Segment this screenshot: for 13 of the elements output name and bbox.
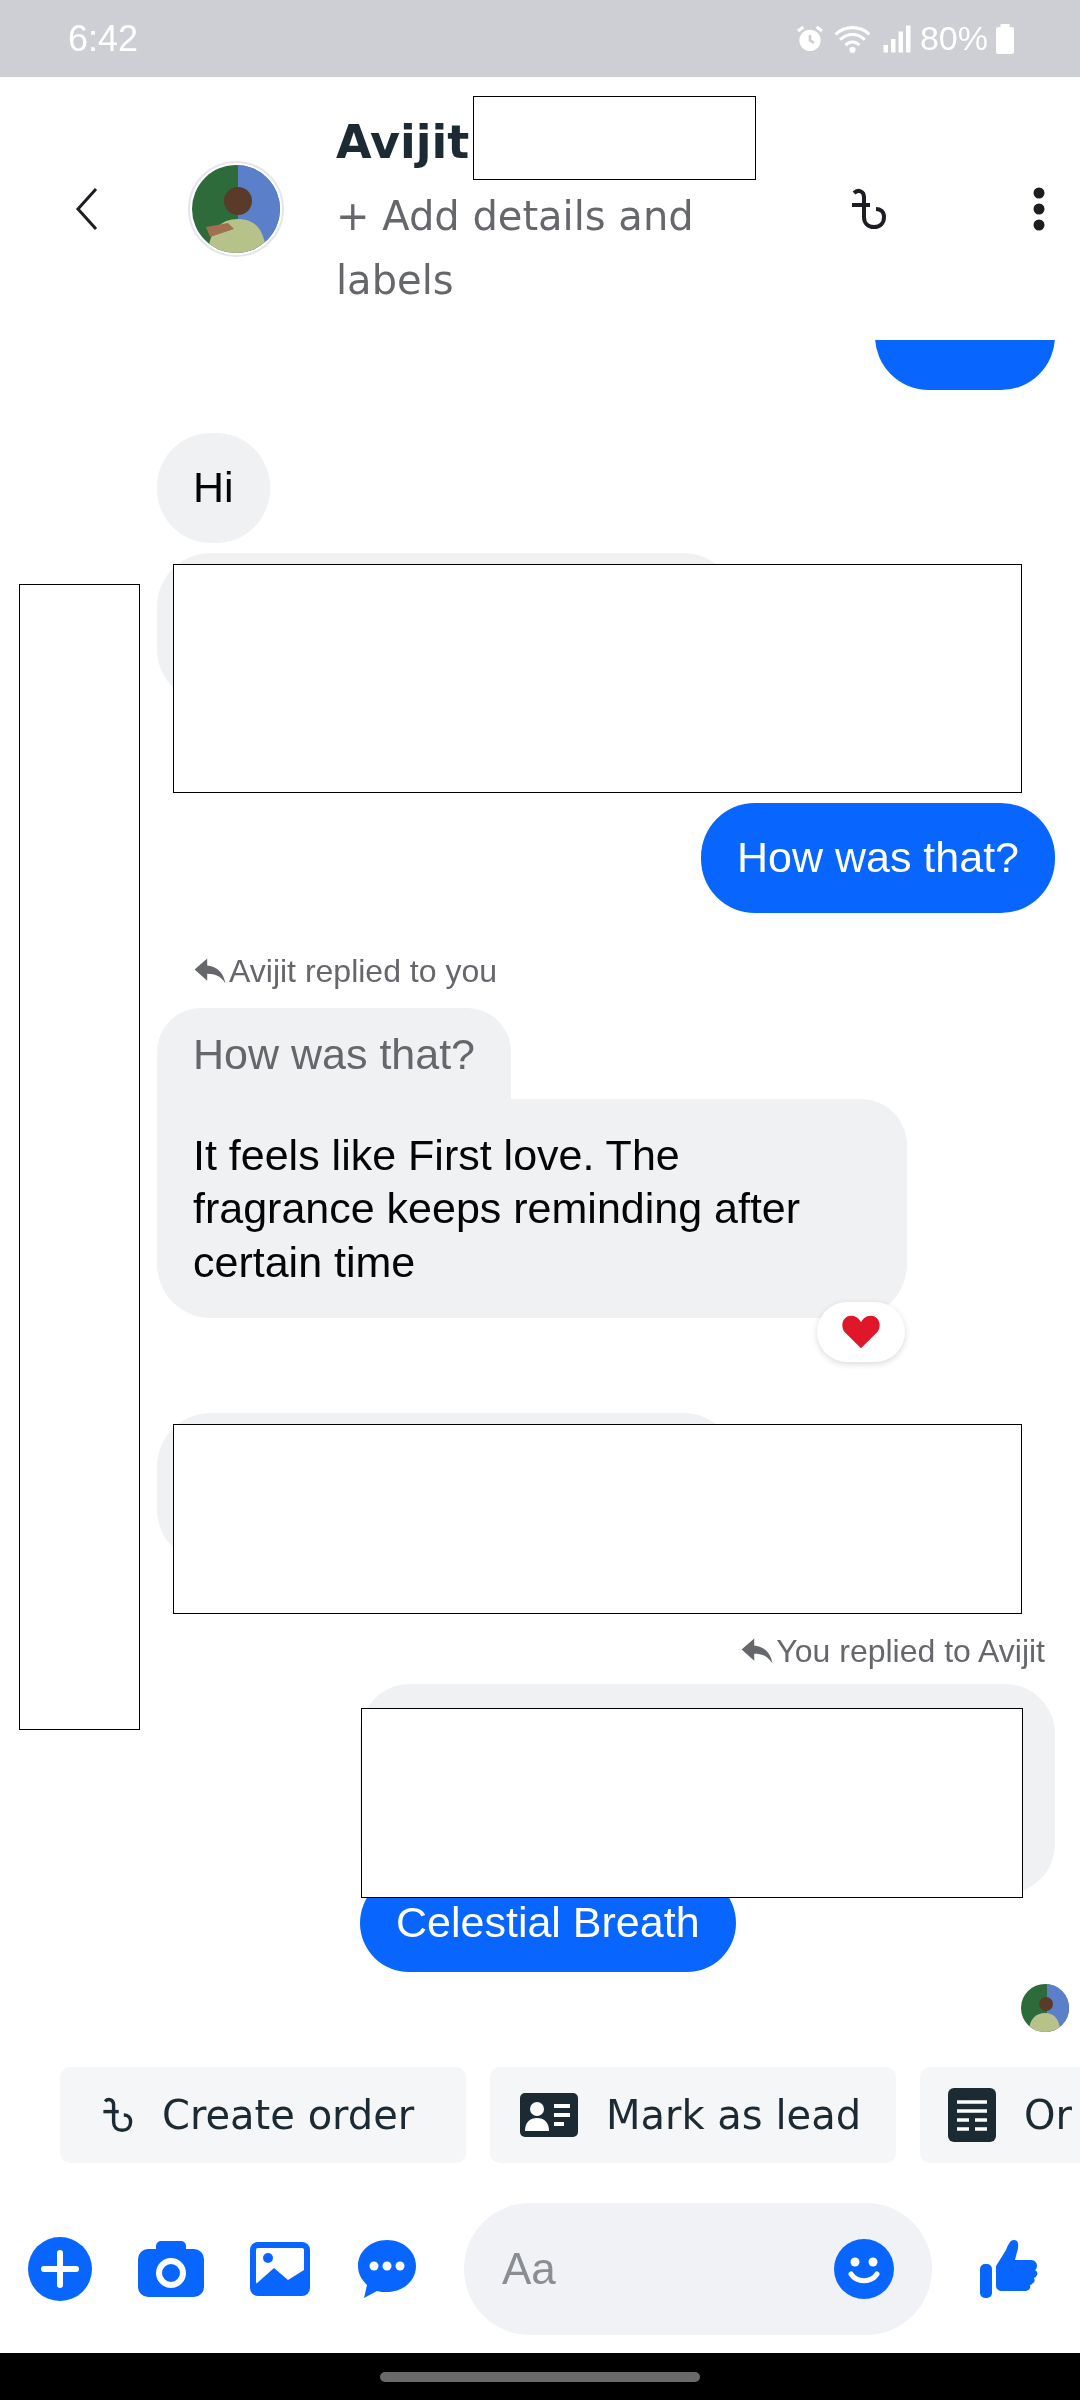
quoted-message: How was that? [157,1007,512,1099]
message-bubble: It feels like First love. The fragrance keeps reminding after certain time [157,1098,907,1318]
message-input[interactable]: Aa [500,2243,834,2295]
message-bubble: How was that? [700,802,1055,913]
reply-label: Avijit replied to you [229,952,497,990]
quick-action-chip[interactable]: Or [920,2067,1080,2163]
message-composer[interactable]: Aa [464,2203,932,2335]
add-details-link[interactable]: + Add details and labels [336,183,756,312]
reply-label: You replied to Avijit [776,1632,1045,1670]
message-bubble: Hi [157,433,270,543]
quick-action-chip[interactable]: Create order [60,2067,466,2163]
quick-action-chip[interactable]: Mark as lead [490,2067,896,2163]
contact-name: Avijit [336,114,470,169]
